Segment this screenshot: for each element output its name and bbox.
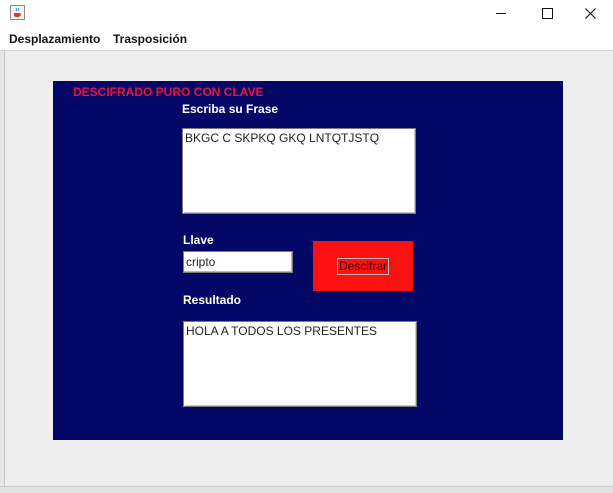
phrase-textarea[interactable]: BKGC C SKPKQ GKQ LNTQTJSTQ [182,128,416,214]
phrase-label: Escriba su Frase [182,102,279,116]
decrypt-button[interactable]: Descifrar [313,241,413,291]
java-cup-icon [10,5,25,20]
minimize-button[interactable] [478,0,524,26]
close-button[interactable] [567,0,613,26]
maximize-icon [541,7,553,19]
background-window-edge [0,51,5,492]
result-label: Resultado [183,293,242,307]
close-icon [584,7,596,19]
result-textarea[interactable]: HOLA A TODOS LOS PRESENTES [183,321,417,407]
decrypt-button-label: Descifrar [336,257,389,275]
menu-trasposicion[interactable]: Trasposición [113,32,187,46]
key-input[interactable]: cripto [183,251,293,273]
minimize-icon [496,12,506,14]
decrypt-panel: DESCIFRADO PURO CON CLAVE Escriba su Fra… [53,81,563,440]
menu-bar: Desplazamiento Trasposición [0,28,613,51]
maximize-button[interactable] [524,0,570,26]
panel-title: DESCIFRADO PURO CON CLAVE [73,85,264,99]
window-titlebar [0,0,613,28]
key-label: Llave [183,233,214,247]
menu-desplazamiento[interactable]: Desplazamiento [9,32,100,46]
